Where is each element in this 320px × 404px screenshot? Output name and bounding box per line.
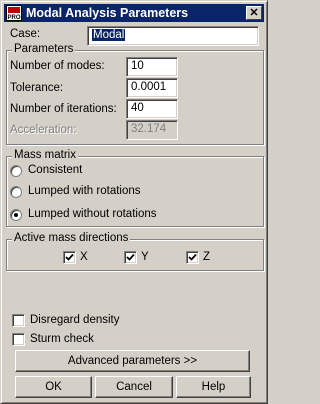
check-icon xyxy=(188,253,197,261)
consistent-label[interactable]: Consistent xyxy=(28,164,82,176)
radio-selected-dot xyxy=(14,213,18,217)
modes-label: Number of modes: xyxy=(10,60,105,72)
lumped-rotations-radio[interactable] xyxy=(10,186,22,198)
iterations-input[interactable]: 40 xyxy=(126,99,178,119)
window-title: Modal Analysis Parameters xyxy=(26,6,189,20)
title-bar[interactable]: PRO Modal Analysis Parameters ✕ xyxy=(4,4,264,22)
lumped-no-rotations-radio[interactable] xyxy=(10,209,22,221)
acceleration-value: 32.174 xyxy=(131,123,167,135)
help-button[interactable]: Help xyxy=(176,376,251,398)
lumped-rotations-label[interactable]: Lumped with rotations xyxy=(28,185,141,197)
case-value: Modal xyxy=(92,29,126,41)
tolerance-value: 0.0001 xyxy=(131,81,167,93)
x-direction-label[interactable]: X xyxy=(80,251,88,263)
sturm-check-label[interactable]: Sturm check xyxy=(30,333,94,345)
directions-group-title: Active mass directions xyxy=(12,232,131,244)
case-label: Case: xyxy=(10,28,41,40)
consistent-radio[interactable] xyxy=(10,165,22,177)
z-direction-checkbox[interactable] xyxy=(186,251,199,264)
case-input[interactable]: Modal xyxy=(87,26,259,46)
dialog-window: PRO Modal Analysis Parameters ✕ Case: Mo… xyxy=(0,0,268,404)
acceleration-input: 32.174 xyxy=(126,120,178,140)
svg-text:PRO: PRO xyxy=(7,15,20,21)
tolerance-label: Tolerance: xyxy=(10,82,64,94)
modes-value: 10 xyxy=(131,60,144,72)
disregard-density-label[interactable]: Disregard density xyxy=(30,314,119,326)
mass-matrix-group-title: Mass matrix xyxy=(12,149,78,161)
close-button[interactable]: ✕ xyxy=(246,6,262,20)
iterations-label: Number of iterations: xyxy=(10,103,117,115)
acceleration-label: Acceleration: xyxy=(10,124,77,136)
disregard-density-checkbox[interactable] xyxy=(12,314,25,327)
sturm-check-checkbox[interactable] xyxy=(12,333,25,346)
close-icon: ✕ xyxy=(249,7,259,19)
x-direction-checkbox[interactable] xyxy=(63,251,76,264)
lumped-no-rotations-label[interactable]: Lumped without rotations xyxy=(28,208,157,220)
y-direction-label[interactable]: Y xyxy=(141,251,149,263)
tolerance-input[interactable]: 0.0001 xyxy=(126,78,178,98)
pro-app-icon: PRO xyxy=(6,5,22,21)
check-icon xyxy=(65,253,74,261)
check-icon xyxy=(126,253,135,261)
parameters-group-title: Parameters xyxy=(12,43,76,55)
ok-button[interactable]: OK xyxy=(15,376,92,398)
cancel-button[interactable]: Cancel xyxy=(95,376,173,398)
modes-input[interactable]: 10 xyxy=(126,57,178,77)
y-direction-checkbox[interactable] xyxy=(124,251,137,264)
z-direction-label[interactable]: Z xyxy=(203,251,210,263)
iterations-value: 40 xyxy=(131,102,144,114)
advanced-parameters-button[interactable]: Advanced parameters >> xyxy=(15,350,250,372)
